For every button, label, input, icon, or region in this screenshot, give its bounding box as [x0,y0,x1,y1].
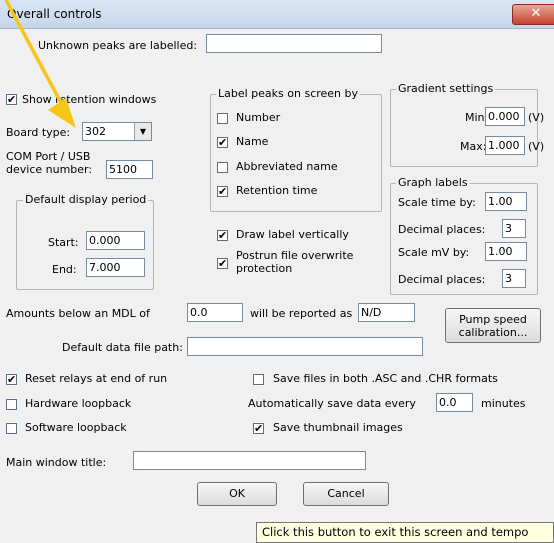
annotation-arrow-shaft [4,0,54,87]
annotation-arrow-icon [4,0,76,128]
